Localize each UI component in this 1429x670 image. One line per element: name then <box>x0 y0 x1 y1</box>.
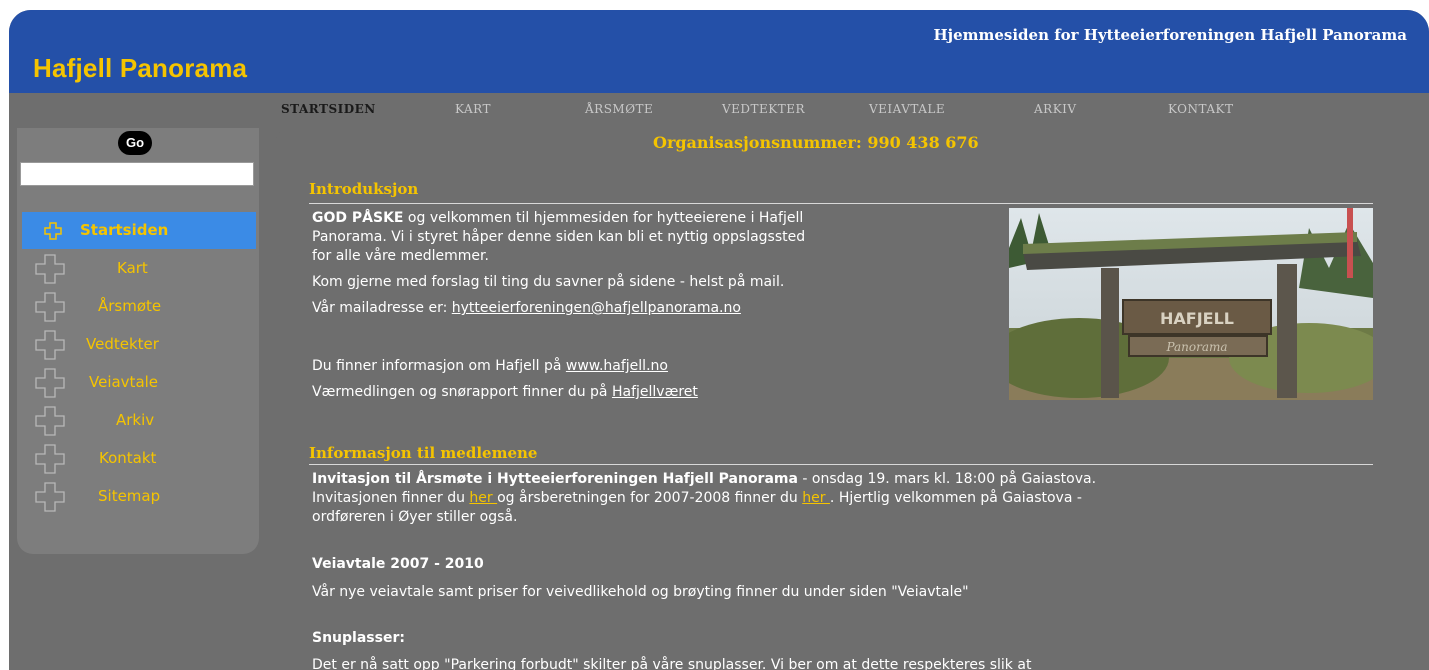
road-agreement-title: Veiavtale 2007 - 2010 <box>312 556 484 572</box>
intro-info-line: Du finner informasjon om Hafjell på www.… <box>312 357 668 376</box>
topnav-item-kontakt[interactable]: Kontakt <box>1168 102 1233 116</box>
plus-icon <box>35 292 65 322</box>
plus-icon <box>35 444 65 474</box>
invite-rest: - onsdag 19. mars kl. 18:00 på Gaiastova… <box>797 471 1097 487</box>
invite-text-b: og årsberetningen for 2007-2008 finner d… <box>497 490 803 506</box>
info-prefix: Du finner informasjon om Hafjell på <box>312 358 566 374</box>
sidebar-item-label: Årsmøte <box>98 297 162 315</box>
invite-link-1[interactable]: her <box>469 490 497 506</box>
intro-line-3: for alle våre medlemmer. <box>312 248 489 264</box>
sidebar-item-label: Sitemap <box>98 487 161 505</box>
sidebar-item-label: Kontakt <box>99 449 157 467</box>
intro-line-1-text: og velkommen til hjemmesiden for hytteei… <box>403 210 804 226</box>
topnav-item-arsmote[interactable]: Årsmøte <box>585 102 653 116</box>
org-number: Organisasjonsnummer: 990 438 676 <box>653 133 979 152</box>
photo-image: HAFJELL Panorama <box>1009 208 1373 400</box>
plus-icon <box>44 222 62 240</box>
section-divider <box>309 203 1373 204</box>
section-divider <box>309 464 1373 465</box>
sidebar-item-label: Kart <box>117 259 148 277</box>
intro-bold-lead: GOD PÅSKE <box>312 210 404 226</box>
plus-icon <box>35 254 65 284</box>
sign-text-panorama: Panorama <box>1165 340 1227 354</box>
page-frame: Hafjell Panorama Hjemmesiden for Hytteei… <box>9 10 1429 670</box>
sidebar-item-sitemap[interactable]: Sitemap <box>22 478 256 515</box>
main-content: Organisasjonsnummer: 990 438 676 Introdu… <box>275 128 1419 670</box>
weather-link[interactable]: Hafjellværet <box>612 384 698 400</box>
weather-prefix: Værmedlingen og snørapport finner du på <box>312 384 612 400</box>
plus-icon <box>35 330 65 360</box>
sign-text-hafjell: HAFJELL <box>1160 309 1234 328</box>
header-tagline: Hjemmesiden for Hytteeierforeningen Hafj… <box>933 26 1407 44</box>
invite-text-c: . Hjertlig velkommen på Gaiastova - <box>829 490 1082 506</box>
turnaround-text: Det er nå satt opp "Parkering forbudt" s… <box>312 657 1032 670</box>
mail-prefix: Vår mailadresse er: <box>312 300 452 316</box>
hafjell-link[interactable]: www.hafjell.no <box>566 358 668 374</box>
sidebar: Go Startsiden Kart Årsmøte Vedtekter Vei… <box>17 128 259 554</box>
go-button[interactable]: Go <box>118 131 152 155</box>
invite-text-a: Invitasjonen finner du <box>312 490 470 506</box>
sidebar-item-label: Veiavtale <box>89 373 159 391</box>
invite-line-3: ordføreren i Øyer stiller også. <box>312 509 518 525</box>
plus-icon <box>35 482 65 512</box>
sidebar-item-arsmote[interactable]: Årsmøte <box>22 288 256 325</box>
site-header: Hafjell Panorama Hjemmesiden for Hytteei… <box>9 10 1429 93</box>
sidebar-item-kart[interactable]: Kart <box>22 250 256 287</box>
invite-bold: Invitasjon til Årsmøte i Hytteeierforeni… <box>312 471 798 487</box>
topnav-item-kart[interactable]: Kart <box>455 102 491 116</box>
search-input[interactable] <box>20 162 254 186</box>
plus-icon <box>35 368 65 398</box>
site-title[interactable]: Hafjell Panorama <box>33 53 247 84</box>
intro-line-4: Kom gjerne med forslag til ting du savne… <box>312 274 785 290</box>
intro-mail-line: Vår mailadresse er: hytteeierforeningen@… <box>312 299 741 318</box>
invite-line-1: Invitasjon til Årsmøte i Hytteeierforeni… <box>312 470 1096 489</box>
hafjell-sign-photo: HAFJELL Panorama <box>1009 208 1373 400</box>
mail-link[interactable]: hytteeierforeningen@hafjellpanorama.no <box>452 300 741 316</box>
topnav-item-veiavtale[interactable]: Veiavtale <box>869 102 945 116</box>
topnav-item-vedtekter[interactable]: Vedtekter <box>722 102 805 116</box>
sidebar-item-vedtekter[interactable]: Vedtekter <box>22 326 256 363</box>
sidebar-item-arkiv[interactable]: Arkiv <box>22 402 256 439</box>
topnav-item-startsiden[interactable]: Startsiden <box>281 102 376 116</box>
topnav-item-arkiv[interactable]: Arkiv <box>1034 102 1077 116</box>
plus-icon <box>35 406 65 436</box>
road-agreement-text: Vår nye veiavtale samt priser for veived… <box>312 584 969 600</box>
sidebar-item-label: Vedtekter <box>86 335 159 353</box>
top-navigation: Startsiden Kart Årsmøte Vedtekter Veiavt… <box>9 93 1429 129</box>
sidebar-item-label: Arkiv <box>116 411 155 429</box>
intro-weather-line: Værmedlingen og snørapport finner du på … <box>312 383 698 402</box>
sidebar-item-veiavtale[interactable]: Veiavtale <box>22 364 256 401</box>
sidebar-item-startsiden[interactable]: Startsiden <box>22 212 256 249</box>
sidebar-item-kontakt[interactable]: Kontakt <box>22 440 256 477</box>
turnaround-title: Snuplasser: <box>312 630 405 646</box>
intro-line-2: Panorama. Vi i styret håper denne siden … <box>312 229 806 245</box>
sidebar-item-label: Startsiden <box>80 221 169 239</box>
invite-line-2: Invitasjonen finner du her og årsberetni… <box>312 489 1082 508</box>
section-title-members: Informasjon til medlemene <box>309 444 538 462</box>
intro-line-1: GOD PÅSKE og velkommen til hjemmesiden f… <box>312 209 803 228</box>
invite-link-2[interactable]: her <box>802 490 830 506</box>
section-title-intro: Introduksjon <box>309 180 419 198</box>
